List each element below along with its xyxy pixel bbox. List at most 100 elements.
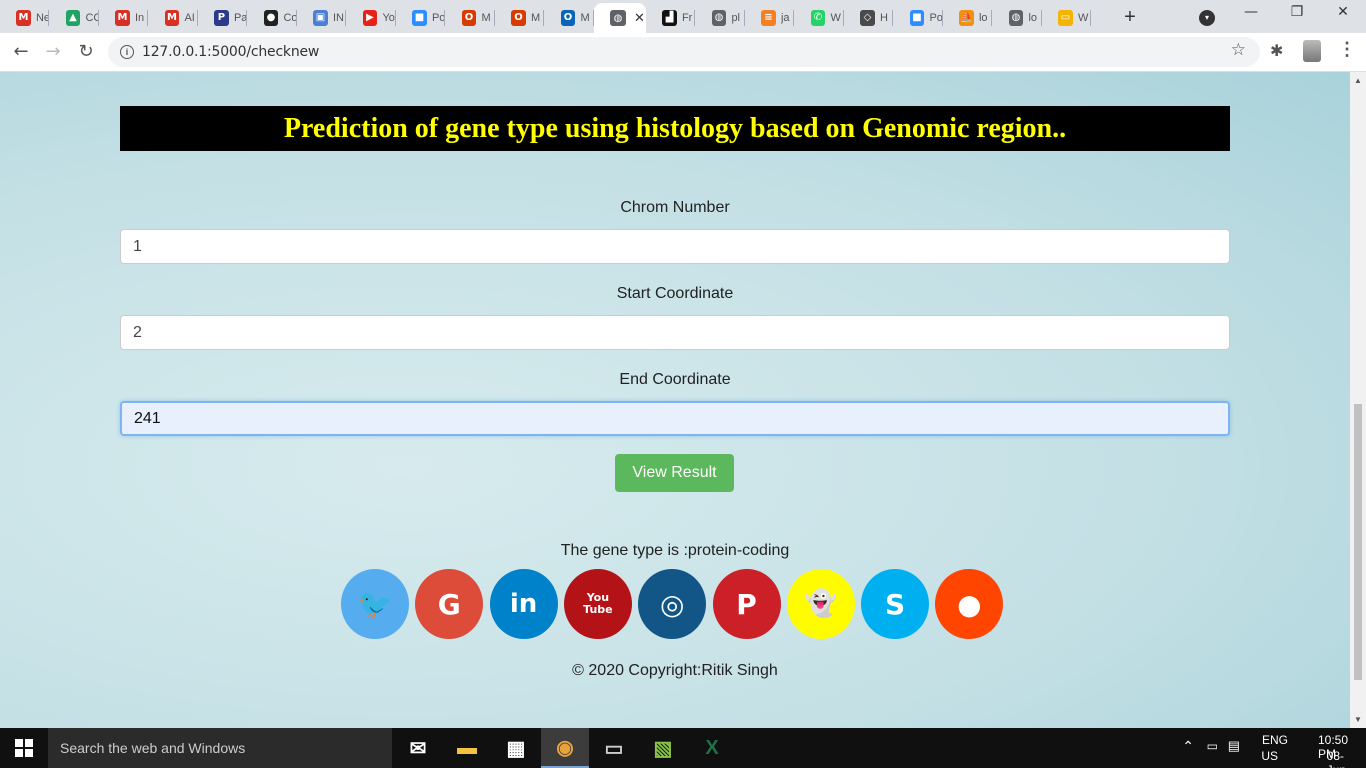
clock-date[interactable]: 08-Jun-21: [1327, 749, 1350, 768]
browser-tab[interactable]: M AI: [149, 6, 198, 29]
fr-icon: ▟: [662, 9, 677, 26]
snapchat-icon[interactable]: 👻: [786, 569, 855, 639]
address-bar[interactable]: i 127.0.0.1:5000/checknew ☆: [108, 37, 1260, 67]
mail-icon[interactable]: ✉: [394, 728, 442, 768]
windows-logo-icon: [15, 739, 33, 757]
pinterest-icon[interactable]: P: [712, 569, 781, 639]
tab-strip: M Ne ▲ CC M In M AI P Pa ● Co ▣ IN ▶ Yo ■ Po O M O M O M ◍ ✕ ▟ Fr ◍ p…: [0, 0, 1366, 33]
new-tab-button[interactable]: +: [1120, 6, 1140, 29]
browser-tab[interactable]: ▭ W: [1042, 6, 1091, 29]
twitter-icon[interactable]: 🐦: [341, 569, 409, 639]
file-explorer-icon[interactable]: ▬: [443, 728, 491, 768]
browser-tab[interactable]: OM: [545, 6, 594, 29]
browser-tab[interactable]: ⛵ lo: [943, 6, 992, 29]
browser-tab[interactable]: ▟ Fr: [646, 6, 695, 29]
copyright-text: © 2020 Copyright:Ritik Singh: [572, 662, 778, 679]
google-icon[interactable]: G: [415, 569, 484, 639]
browser-tab[interactable]: OM: [495, 6, 544, 29]
browser-tab[interactable]: ▶ Yo: [347, 6, 396, 29]
profile-avatar[interactable]: [1303, 40, 1321, 62]
outlook-icon: O: [560, 9, 576, 26]
minimize-button[interactable]: —: [1236, 4, 1266, 26]
start-button[interactable]: [0, 728, 48, 768]
browser-toolbar: ← → ↻ i 127.0.0.1:5000/checknew ☆ ✱ ⋮: [0, 33, 1366, 72]
tab-search-icon[interactable]: ▾: [1199, 10, 1215, 26]
skype-icon[interactable]: S: [861, 569, 930, 639]
instagram-icon[interactable]: ◎: [638, 569, 707, 639]
google-glyph: G: [437, 587, 461, 621]
excel-icon[interactable]: X: [688, 728, 736, 768]
twitter-glyph: 🐦: [357, 587, 393, 621]
browser-tab[interactable]: ✆ W: [795, 6, 844, 29]
browser-tab[interactable]: ▲ CC: [50, 6, 99, 29]
browser-tab[interactable]: P Pa: [198, 6, 247, 29]
reddit-icon[interactable]: ●: [935, 569, 1004, 639]
taskbar: Search the web and Windows ✉ ▬ ▦ ◉ ▭ ▧ X ⌃ ▭ ▤…: [0, 728, 1366, 768]
region-indicator[interactable]: US: [1261, 749, 1278, 763]
taskbar-search[interactable]: Search the web and Windows: [48, 728, 392, 768]
battery-icon[interactable]: ▭: [1207, 739, 1218, 753]
browser-tab[interactable]: ■ Po: [396, 6, 445, 29]
forward-icon[interactable]: →: [41, 41, 65, 63]
browser-tab[interactable]: ◍ lo: [993, 6, 1042, 29]
browser-tab[interactable]: M In: [99, 6, 148, 29]
youtube-icon[interactable]: You Tube: [563, 569, 632, 639]
gmail-icon: M: [16, 9, 31, 26]
view-result-button[interactable]: View Result: [615, 454, 734, 492]
start-coordinate-input[interactable]: [120, 315, 1230, 350]
browser-tab[interactable]: ◇ H: [844, 6, 893, 29]
browser-tab[interactable]: ■ Po: [894, 6, 943, 29]
store-glyph: ▦: [506, 737, 526, 760]
github-icon: ●: [263, 9, 279, 26]
back-icon[interactable]: ←: [9, 41, 33, 63]
chrom-number-input[interactable]: [120, 229, 1230, 264]
social-links: 🐦 Gin You Tube ◎ P 👻 S ●: [341, 569, 1011, 639]
language-indicator[interactable]: ENG: [1262, 733, 1288, 747]
globe-icon: ◍: [1008, 9, 1024, 26]
browser-tab[interactable]: ◍ pl: [696, 6, 745, 29]
scroll-thumb[interactable]: [1354, 404, 1362, 680]
menu-icon[interactable]: ⋮: [1338, 39, 1356, 60]
browser-tab[interactable]: ▣ IN: [297, 6, 346, 29]
browser-tab[interactable]: ● Co: [248, 6, 297, 29]
globe-icon: ◍: [610, 10, 626, 26]
bookmark-star-icon[interactable]: ☆: [1231, 40, 1246, 60]
close-window-button[interactable]: ✕: [1328, 4, 1358, 26]
close-tab-icon[interactable]: ✕: [634, 10, 645, 26]
maximize-button[interactable]: ❐: [1282, 4, 1312, 26]
drive-icon: ▲: [65, 9, 81, 26]
chrome-icon[interactable]: ◉: [541, 728, 589, 768]
page-body: Prediction of gene type using histology …: [0, 72, 1350, 728]
browser-tab[interactable]: OM: [446, 6, 495, 29]
mail-glyph: ✉: [409, 737, 427, 760]
url-text[interactable]: 127.0.0.1:5000/checknew: [142, 44, 319, 60]
cmd-icon[interactable]: ▭: [590, 728, 638, 768]
scroll-up-arrow-icon[interactable]: ▲: [1354, 76, 1362, 85]
task-app-glyph: ▧: [653, 737, 673, 760]
page-scrollbar[interactable]: ▲ ▼: [1350, 72, 1366, 728]
browser-tab[interactable]: ◍ ✕: [594, 3, 646, 33]
task-app-icon[interactable]: ▧: [639, 728, 687, 768]
reload-icon[interactable]: ↻: [74, 41, 98, 63]
tab-separator: [1090, 10, 1091, 26]
browser-tab[interactable]: ≡ ja: [745, 6, 794, 29]
whatsapp-icon: ✆: [810, 9, 826, 26]
hackerrank-icon: ◇: [860, 9, 875, 26]
info-icon[interactable]: i: [120, 45, 134, 59]
chrome-glyph: ◉: [556, 736, 574, 759]
store-icon[interactable]: ▦: [492, 728, 540, 768]
scroll-down-arrow-icon[interactable]: ▼: [1354, 715, 1362, 724]
youtube-icon: ▶: [362, 9, 378, 26]
linkedin-icon[interactable]: in: [489, 569, 558, 639]
gmail-icon: M: [164, 9, 180, 26]
extensions-icon[interactable]: ✱: [1270, 41, 1283, 61]
end-coordinate-input[interactable]: [120, 401, 1230, 436]
tray-chevron-icon[interactable]: ⌃: [1182, 738, 1194, 755]
snapchat-glyph: 👻: [804, 589, 837, 619]
linkedin-glyph: in: [509, 589, 538, 619]
excel-glyph: X: [705, 736, 719, 759]
result-text: The gene type is :protein-coding: [560, 542, 790, 559]
notification-icon[interactable]: ▤: [1228, 738, 1240, 754]
browser-tab[interactable]: M Ne: [0, 6, 49, 29]
zoom-icon: ■: [412, 9, 427, 26]
